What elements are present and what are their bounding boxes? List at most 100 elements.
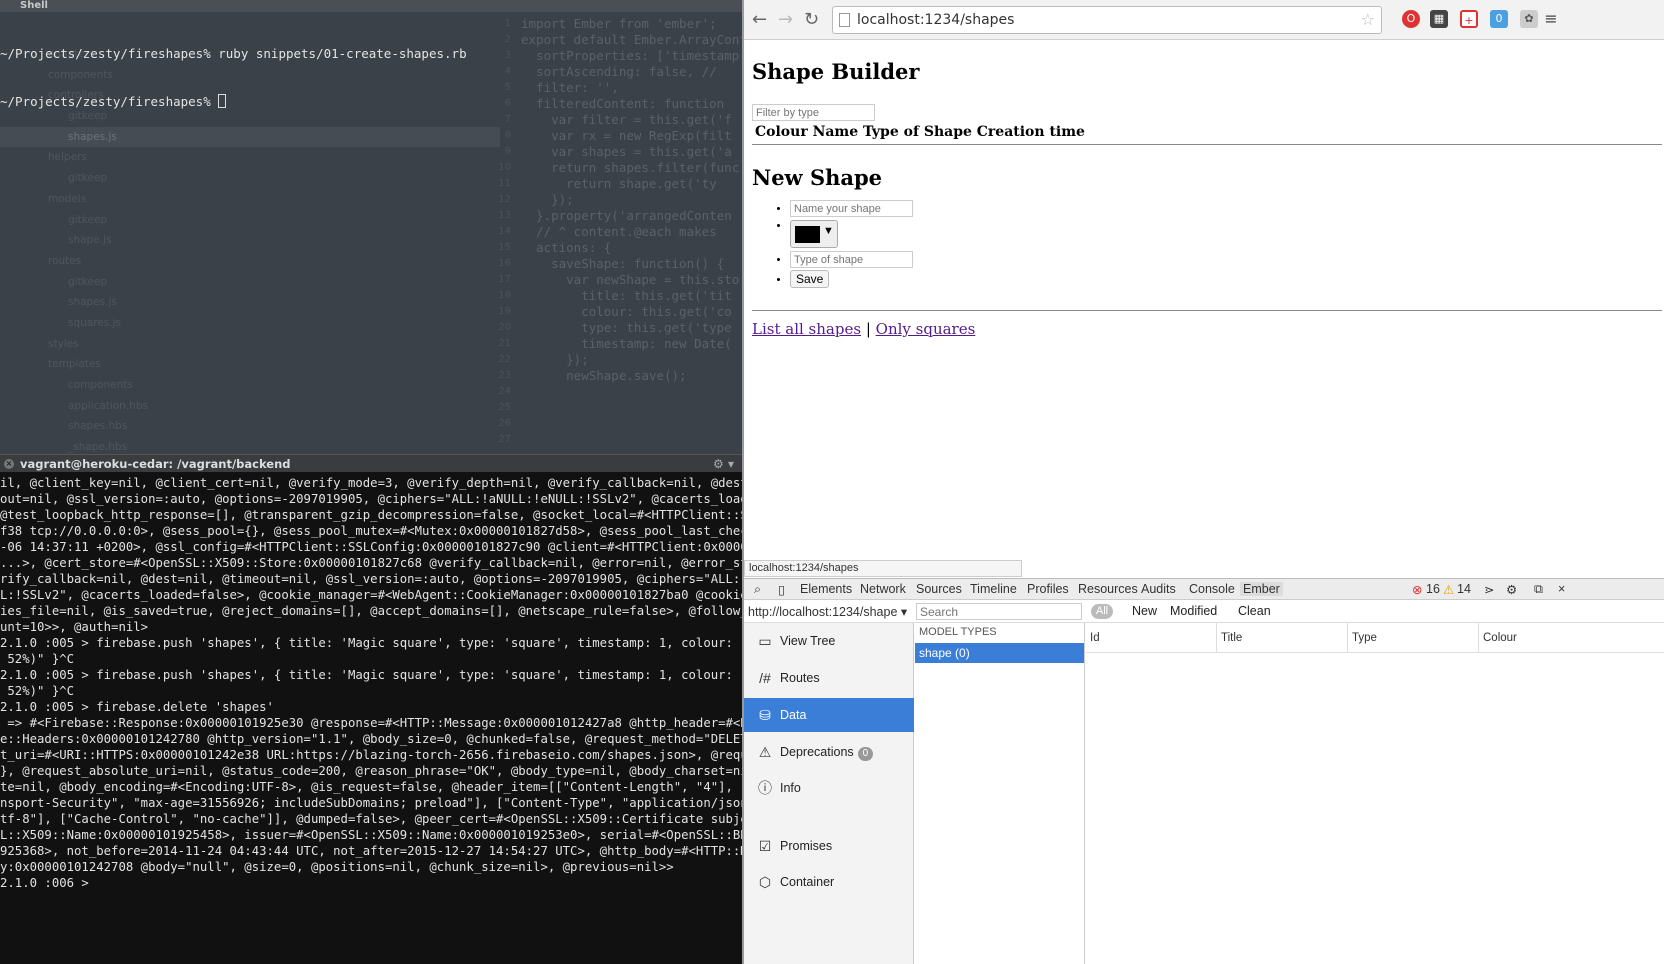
column-header[interactable]: Title [1217,623,1348,653]
tab-resources[interactable]: Resources [1078,582,1138,596]
warning-icon[interactable]: ⚠ [1443,582,1454,597]
file-tree-item[interactable]: gitkeep [0,210,500,231]
new-shape-form: ▼ Save [752,200,1662,288]
line-number: 1 [504,18,511,29]
search-icon[interactable]: ⌕ [754,582,761,597]
name-input[interactable] [790,200,913,217]
terminal-pane[interactable]: × vagrant@heroku-cedar: /vagrant/backend… [0,454,742,964]
gear-icon[interactable]: ⚙ ▾ [713,455,734,473]
reload-icon[interactable]: ↻ [804,9,819,30]
file-tree-item[interactable]: styles [0,334,500,355]
file-tree-item[interactable]: shapes.hbs [0,416,500,437]
file-tree-item[interactable]: squares.js [0,313,500,334]
console-drawer-icon[interactable]: ⋗ [1484,582,1494,597]
model-type-item[interactable]: shape (0) [915,643,1084,663]
tab-elements[interactable]: Elements [800,582,852,596]
address-bar[interactable]: localhost:1234/shapes ☆ [832,6,1382,34]
filter-all[interactable]: All [1091,604,1113,619]
line-gutter: 1 2 3 4 5 6 7 8 9 10 11 12 13 14 15 16 17 18 19 20 21 22 23 24 2… [475,16,517,448]
shell-pane[interactable]: Shell adapters components controllers gitke… [0,0,742,454]
tab-audits[interactable]: Audits [1141,582,1176,596]
tab-console[interactable]: Console [1189,582,1235,596]
terminal-line: => #<Firebase::Response:0x00000101925e30… [7,716,742,730]
file-tree-item[interactable]: gitkeep [0,272,500,293]
notification-icon[interactable]: 0 [1490,10,1508,28]
column-header[interactable]: Id [1086,623,1217,653]
search-input[interactable] [916,603,1082,620]
type-input[interactable] [790,251,913,268]
sidebar-item-label: Info [780,781,801,795]
file-tree-item[interactable]: routes [0,251,500,272]
sidebar-item-label: Data [780,708,807,722]
sidebar-item-info[interactable]: ⓘ Info [744,771,914,805]
line-number: 14 [498,226,511,237]
code-line: saveShape: function() { [521,256,725,271]
file-tree-item[interactable]: templates [0,354,500,375]
plus-extension-icon[interactable]: + [1460,10,1478,28]
code-line: sortProperties: ['timestamp [521,48,740,63]
shell-output[interactable]: ~/Projects/zesty/fireshapes% ruby snippe… [0,14,467,142]
sidebar-item-view-tree[interactable]: ▭ View Tree [744,624,914,658]
sidebar-item-routes[interactable]: /# Routes [744,661,914,695]
code-line: actions: { [521,240,612,255]
line-number: 19 [498,306,511,317]
terminal-output[interactable]: il, @client_key=nil, @client_cert=nil, @… [0,472,742,891]
dock-icon[interactable]: ⧉ [1534,582,1543,597]
sidebar-item-promises[interactable]: ☑ Promises [744,829,914,863]
line-number: 22 [498,354,511,365]
column-header[interactable]: Type [1348,623,1479,653]
only-squares-link[interactable]: Only squares [876,320,976,338]
file-tree-item[interactable]: helpers [0,147,500,168]
device-icon[interactable]: ▯ [778,582,785,597]
file-tree-item[interactable]: shapes.js [0,292,500,313]
filter-modified[interactable]: Modified [1170,604,1217,618]
gear-icon[interactable]: ⚙ [1506,582,1517,597]
file-tree-item[interactable]: components [0,375,500,396]
tab-network[interactable]: Network [860,582,906,596]
colour-picker[interactable]: ▼ [790,220,838,248]
devtools-tabbar: ⌕ ▯ Elements Network Sources Timeline Pr… [744,578,1664,600]
warning-count: 14 [1457,582,1471,596]
tab-ember[interactable]: Ember [1240,582,1283,596]
code-line: return shapes.filter(func [521,160,740,175]
code-line: filter: '', [521,80,619,95]
terminal-line: tf-8"], ["Cache-Control", "no-cache"]], … [0,812,742,826]
file-tree-item[interactable]: _shape.hbs [0,437,500,454]
close-icon[interactable]: × [1558,582,1565,596]
error-icon[interactable]: ⊗ [1412,582,1422,597]
terminal-line: L:!SSLv2", @cacerts_loaded=false>, @cook… [0,588,742,602]
ember-extension-icon[interactable]: ✿ [1520,10,1538,28]
sidebar-item-data[interactable]: ⛁ Data [744,698,914,732]
forward-icon[interactable]: → [778,9,793,30]
file-tree-item[interactable]: gitkeep [0,168,500,189]
line-number: 21 [498,338,511,349]
filter-new[interactable]: New [1132,604,1157,618]
context-select[interactable]: http://localhost:1234/shape ▾ [748,604,907,619]
tab-timeline[interactable]: Timeline [970,582,1017,596]
app-page: Shape Builder Colour Name Type of Shape … [752,40,1662,338]
list-all-link[interactable]: List all shapes [752,320,861,338]
close-icon[interactable]: × [4,459,14,469]
filter-clean[interactable]: Clean [1238,604,1271,618]
terminal-line: ...>, @cert_store=#<OpenSSL::X509::Store… [0,556,742,570]
menu-icon[interactable]: ≡ [1542,10,1560,28]
file-tree-item[interactable]: shape.js [0,230,500,251]
filter-input[interactable] [752,104,875,121]
code-line: return shape.get('ty [521,176,717,191]
sidebar-item-container[interactable]: ⬡ Container [744,865,914,899]
tab-sources[interactable]: Sources [916,582,962,596]
file-tree-item[interactable]: application.hbs [0,396,500,417]
shell-prompt[interactable]: ~/Projects/zesty/fireshapes% [0,94,467,110]
line-number: 6 [504,98,511,109]
opera-extension-icon[interactable]: O [1402,10,1420,28]
bookmark-star-icon[interactable]: ☆ [1361,7,1375,33]
file-tree-item[interactable]: models [0,189,500,210]
column-header[interactable]: Colour [1479,623,1664,653]
sidebar-item-deprecations[interactable]: ⚠ Deprecations 0 [744,735,914,769]
routes-icon: /# [759,670,771,686]
colour-swatch [795,226,820,243]
extension-icon[interactable]: ▦ [1430,10,1448,28]
back-icon[interactable]: ← [752,9,767,30]
save-button[interactable]: Save [790,270,830,288]
tab-profiles[interactable]: Profiles [1027,582,1069,596]
